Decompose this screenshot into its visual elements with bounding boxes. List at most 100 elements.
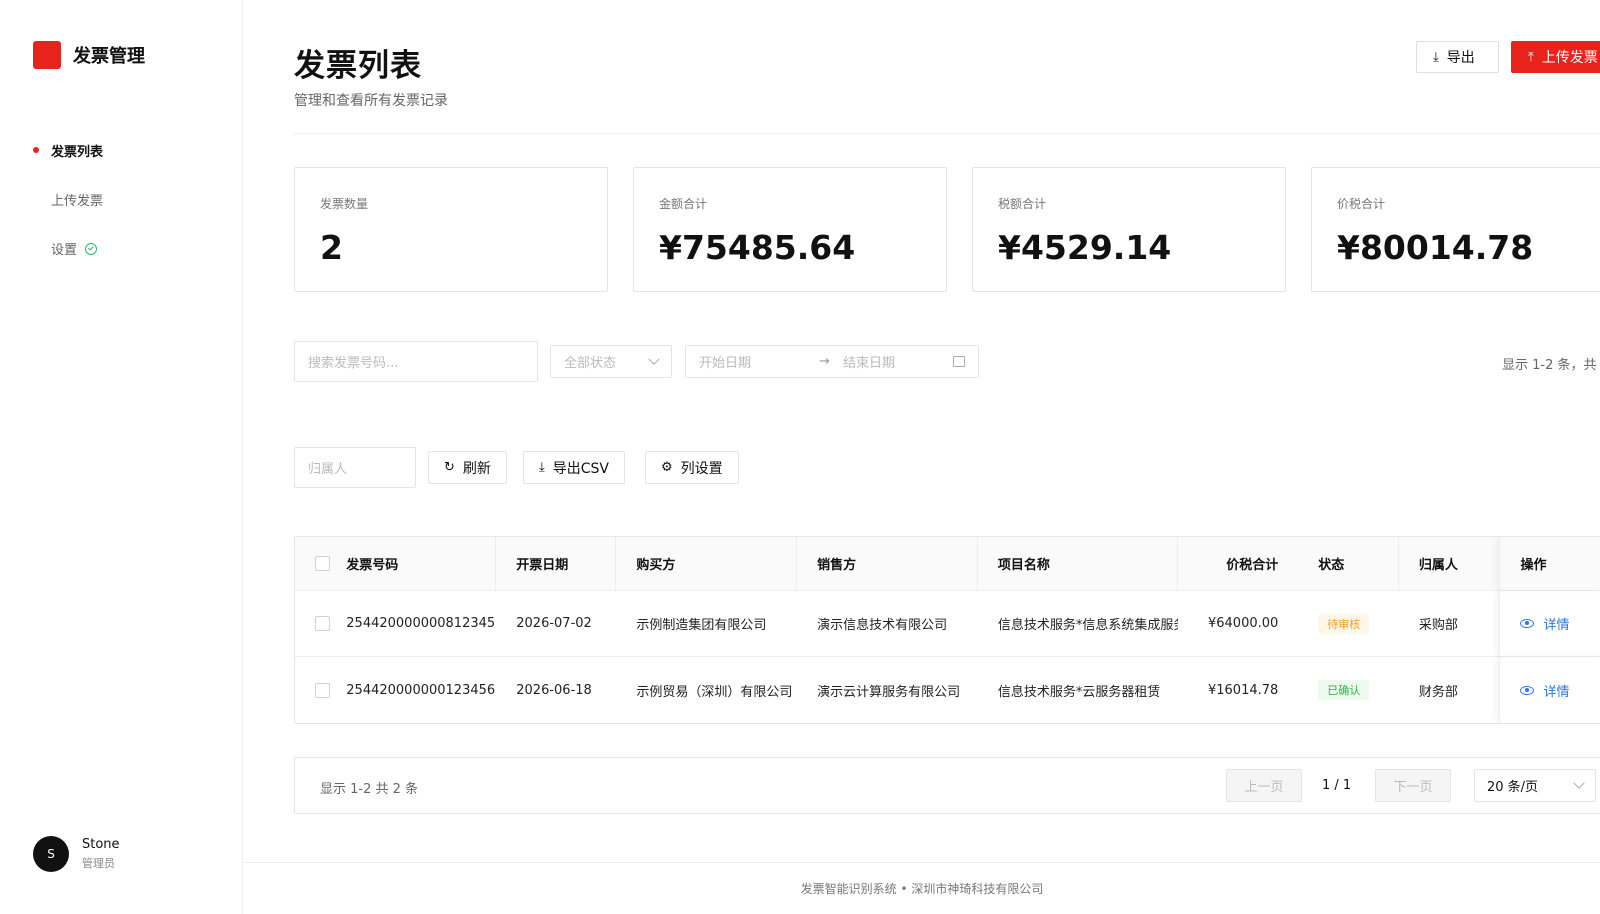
page-size-select[interactable]: 20 条/页: [1474, 769, 1596, 802]
col-actions: 操作: [1499, 537, 1600, 590]
download-icon: ⤓: [539, 460, 545, 475]
header-divider: [294, 133, 1600, 134]
status-select[interactable]: 全部状态: [550, 345, 672, 378]
table-row[interactable]: 25442000000012345678 2026-06-18 示例贸易（深圳）…: [295, 657, 1600, 723]
main-content: 发票列表 管理和查看所有发票记录 ⤓ 导出 ⤒ 上传发票 发票数量 2 金额合计…: [244, 0, 1600, 914]
date-end-input[interactable]: 结束日期: [841, 352, 953, 371]
sidebar: 发票管理 发票列表 上传发票 设置 S Stone 管理员: [0, 0, 243, 914]
stat-label: 金额合计: [659, 197, 708, 211]
col-total-amount[interactable]: 价税合计: [1178, 537, 1298, 590]
status-select-value: 全部状态: [564, 356, 617, 371]
select-all-checkbox[interactable]: [315, 556, 330, 571]
row-checkbox[interactable]: [315, 682, 330, 698]
page-title: 发票列表: [294, 48, 422, 84]
select-all-cell: [295, 537, 346, 590]
sidebar-item-label: 设置: [51, 243, 78, 258]
cell-seller: 演示云计算服务有限公司: [817, 684, 961, 700]
stat-value: ¥80014.78: [1337, 228, 1534, 267]
brand-logo-icon: [33, 41, 61, 69]
invoice-table: 发票号码 开票日期 购买方 销售方 项目名称 价税合计 状态 归属人 操作 25…: [294, 536, 1600, 724]
export-button[interactable]: ⤓ 导出: [1416, 41, 1499, 73]
detail-link[interactable]: 详情: [1520, 681, 1570, 700]
brand[interactable]: 发票管理: [33, 41, 145, 69]
col-status[interactable]: 状态: [1298, 537, 1399, 590]
stat-card-tax: 税额合计 ¥4529.14: [972, 167, 1286, 292]
export-button-label: 导出: [1446, 50, 1475, 66]
refresh-button[interactable]: ↻ 刷新: [428, 451, 507, 484]
stat-value: ¥4529.14: [998, 228, 1172, 267]
detail-link-label: 详情: [1543, 684, 1570, 700]
next-page-button[interactable]: 下一页: [1375, 769, 1451, 802]
status-badge: 待审核: [1318, 613, 1370, 634]
col-seller[interactable]: 销售方: [797, 537, 978, 590]
pagination-info: 显示 1-2 共 2 条: [320, 782, 419, 797]
stats-row: 发票数量 2 金额合计 ¥75485.64 税额合计 ¥4529.14 价税合计…: [294, 167, 1600, 292]
cell-owner: 采购部: [1418, 618, 1458, 633]
column-settings-button[interactable]: ⚙ 列设置: [645, 451, 739, 484]
cell-buyer: 示例制造集团有限公司: [636, 618, 767, 633]
user-info: Stone 管理员: [82, 837, 120, 871]
stat-label: 价税合计: [1337, 197, 1386, 211]
cell-actions: 详情: [1499, 591, 1600, 656]
cell-status: 已确认: [1298, 657, 1399, 723]
eye-icon: [1520, 685, 1535, 695]
owner-input[interactable]: 归属人: [294, 447, 416, 488]
check-circle-icon: [85, 242, 98, 255]
stat-value: ¥75485.64: [659, 228, 856, 267]
user-name: Stone: [82, 837, 120, 852]
cell-invoice-date: 2026-07-02: [516, 616, 592, 631]
col-item-name[interactable]: 项目名称: [978, 537, 1179, 590]
cell-actions: 详情: [1499, 657, 1600, 723]
eye-icon: [1520, 619, 1535, 628]
upload-button-label: 上传发票: [1541, 50, 1598, 66]
active-dot-icon: [33, 147, 39, 153]
cell-invoice-no: 25442000000081234567: [346, 616, 497, 631]
cell-invoice-no: 25442000000012345678: [346, 682, 497, 698]
col-owner[interactable]: 归属人: [1399, 537, 1500, 590]
cell-status: 待审核: [1298, 591, 1399, 656]
cell-total-amount: ¥16014.78: [1207, 682, 1279, 698]
sidebar-nav: 发票列表 上传发票 设置: [0, 126, 243, 273]
footer: 发票智能识别系统 • 深圳市神琦科技有限公司: [244, 862, 1600, 914]
upload-invoice-button[interactable]: ⤒ 上传发票: [1511, 41, 1600, 73]
search-input[interactable]: 搜索发票号码...: [294, 341, 538, 382]
table-row[interactable]: 25442000000081234567 2026-07-02 示例制造集团有限…: [295, 591, 1600, 657]
col-invoice-date[interactable]: 开票日期: [496, 537, 617, 590]
cell-item-name: 信息技术服务*云服务器租赁: [997, 684, 1161, 700]
stat-card-amount: 金额合计 ¥75485.64: [633, 167, 947, 292]
stat-value: 2: [320, 228, 343, 267]
detail-link-label: 详情: [1543, 618, 1570, 633]
row-checkbox[interactable]: [315, 616, 330, 631]
avatar: S: [33, 836, 69, 872]
brand-title: 发票管理: [73, 46, 145, 67]
row-select-cell: [295, 591, 346, 656]
date-start-input[interactable]: 开始日期: [699, 352, 819, 371]
sidebar-item-settings[interactable]: 设置: [0, 224, 243, 273]
pagination: 显示 1-2 共 2 条 上一页 1 / 1 下一页 20 条/页: [294, 757, 1600, 814]
user-role: 管理员: [82, 857, 115, 870]
page-indicator: 1 / 1: [1322, 778, 1352, 793]
column-settings-button-label: 列设置: [680, 460, 723, 477]
cell-seller: 演示信息技术有限公司: [817, 618, 948, 633]
cell-buyer: 示例贸易（深圳）有限公司: [636, 684, 793, 700]
stat-card-count: 发票数量 2: [294, 167, 608, 292]
col-buyer[interactable]: 购买方: [616, 537, 798, 590]
col-invoice-no[interactable]: 发票号码: [346, 537, 497, 590]
stat-label: 发票数量: [320, 197, 369, 211]
refresh-button-label: 刷新: [462, 460, 491, 477]
export-csv-button-label: 导出CSV: [552, 460, 609, 477]
page-size-value: 20 条/页: [1487, 780, 1539, 795]
sidebar-item-upload-invoice[interactable]: 上传发票: [0, 175, 243, 224]
cell-item-name: 信息技术服务*信息系统集成服务: [997, 618, 1179, 633]
result-count: 显示 1-2 条，共 2 条: [1502, 358, 1600, 373]
user-profile[interactable]: S Stone 管理员: [33, 836, 120, 872]
date-range-picker[interactable]: 开始日期 → 结束日期: [685, 345, 979, 378]
prev-page-button[interactable]: 上一页: [1226, 769, 1302, 802]
arrow-right-icon: →: [819, 354, 830, 369]
sidebar-item-invoice-list[interactable]: 发票列表: [0, 126, 243, 175]
sidebar-item-label: 上传发票: [51, 194, 104, 209]
export-csv-button[interactable]: ⤓ 导出CSV: [523, 451, 625, 484]
detail-link[interactable]: 详情: [1520, 614, 1570, 633]
row-select-cell: [295, 657, 346, 723]
cell-total-amount: ¥64000.00: [1207, 616, 1279, 631]
